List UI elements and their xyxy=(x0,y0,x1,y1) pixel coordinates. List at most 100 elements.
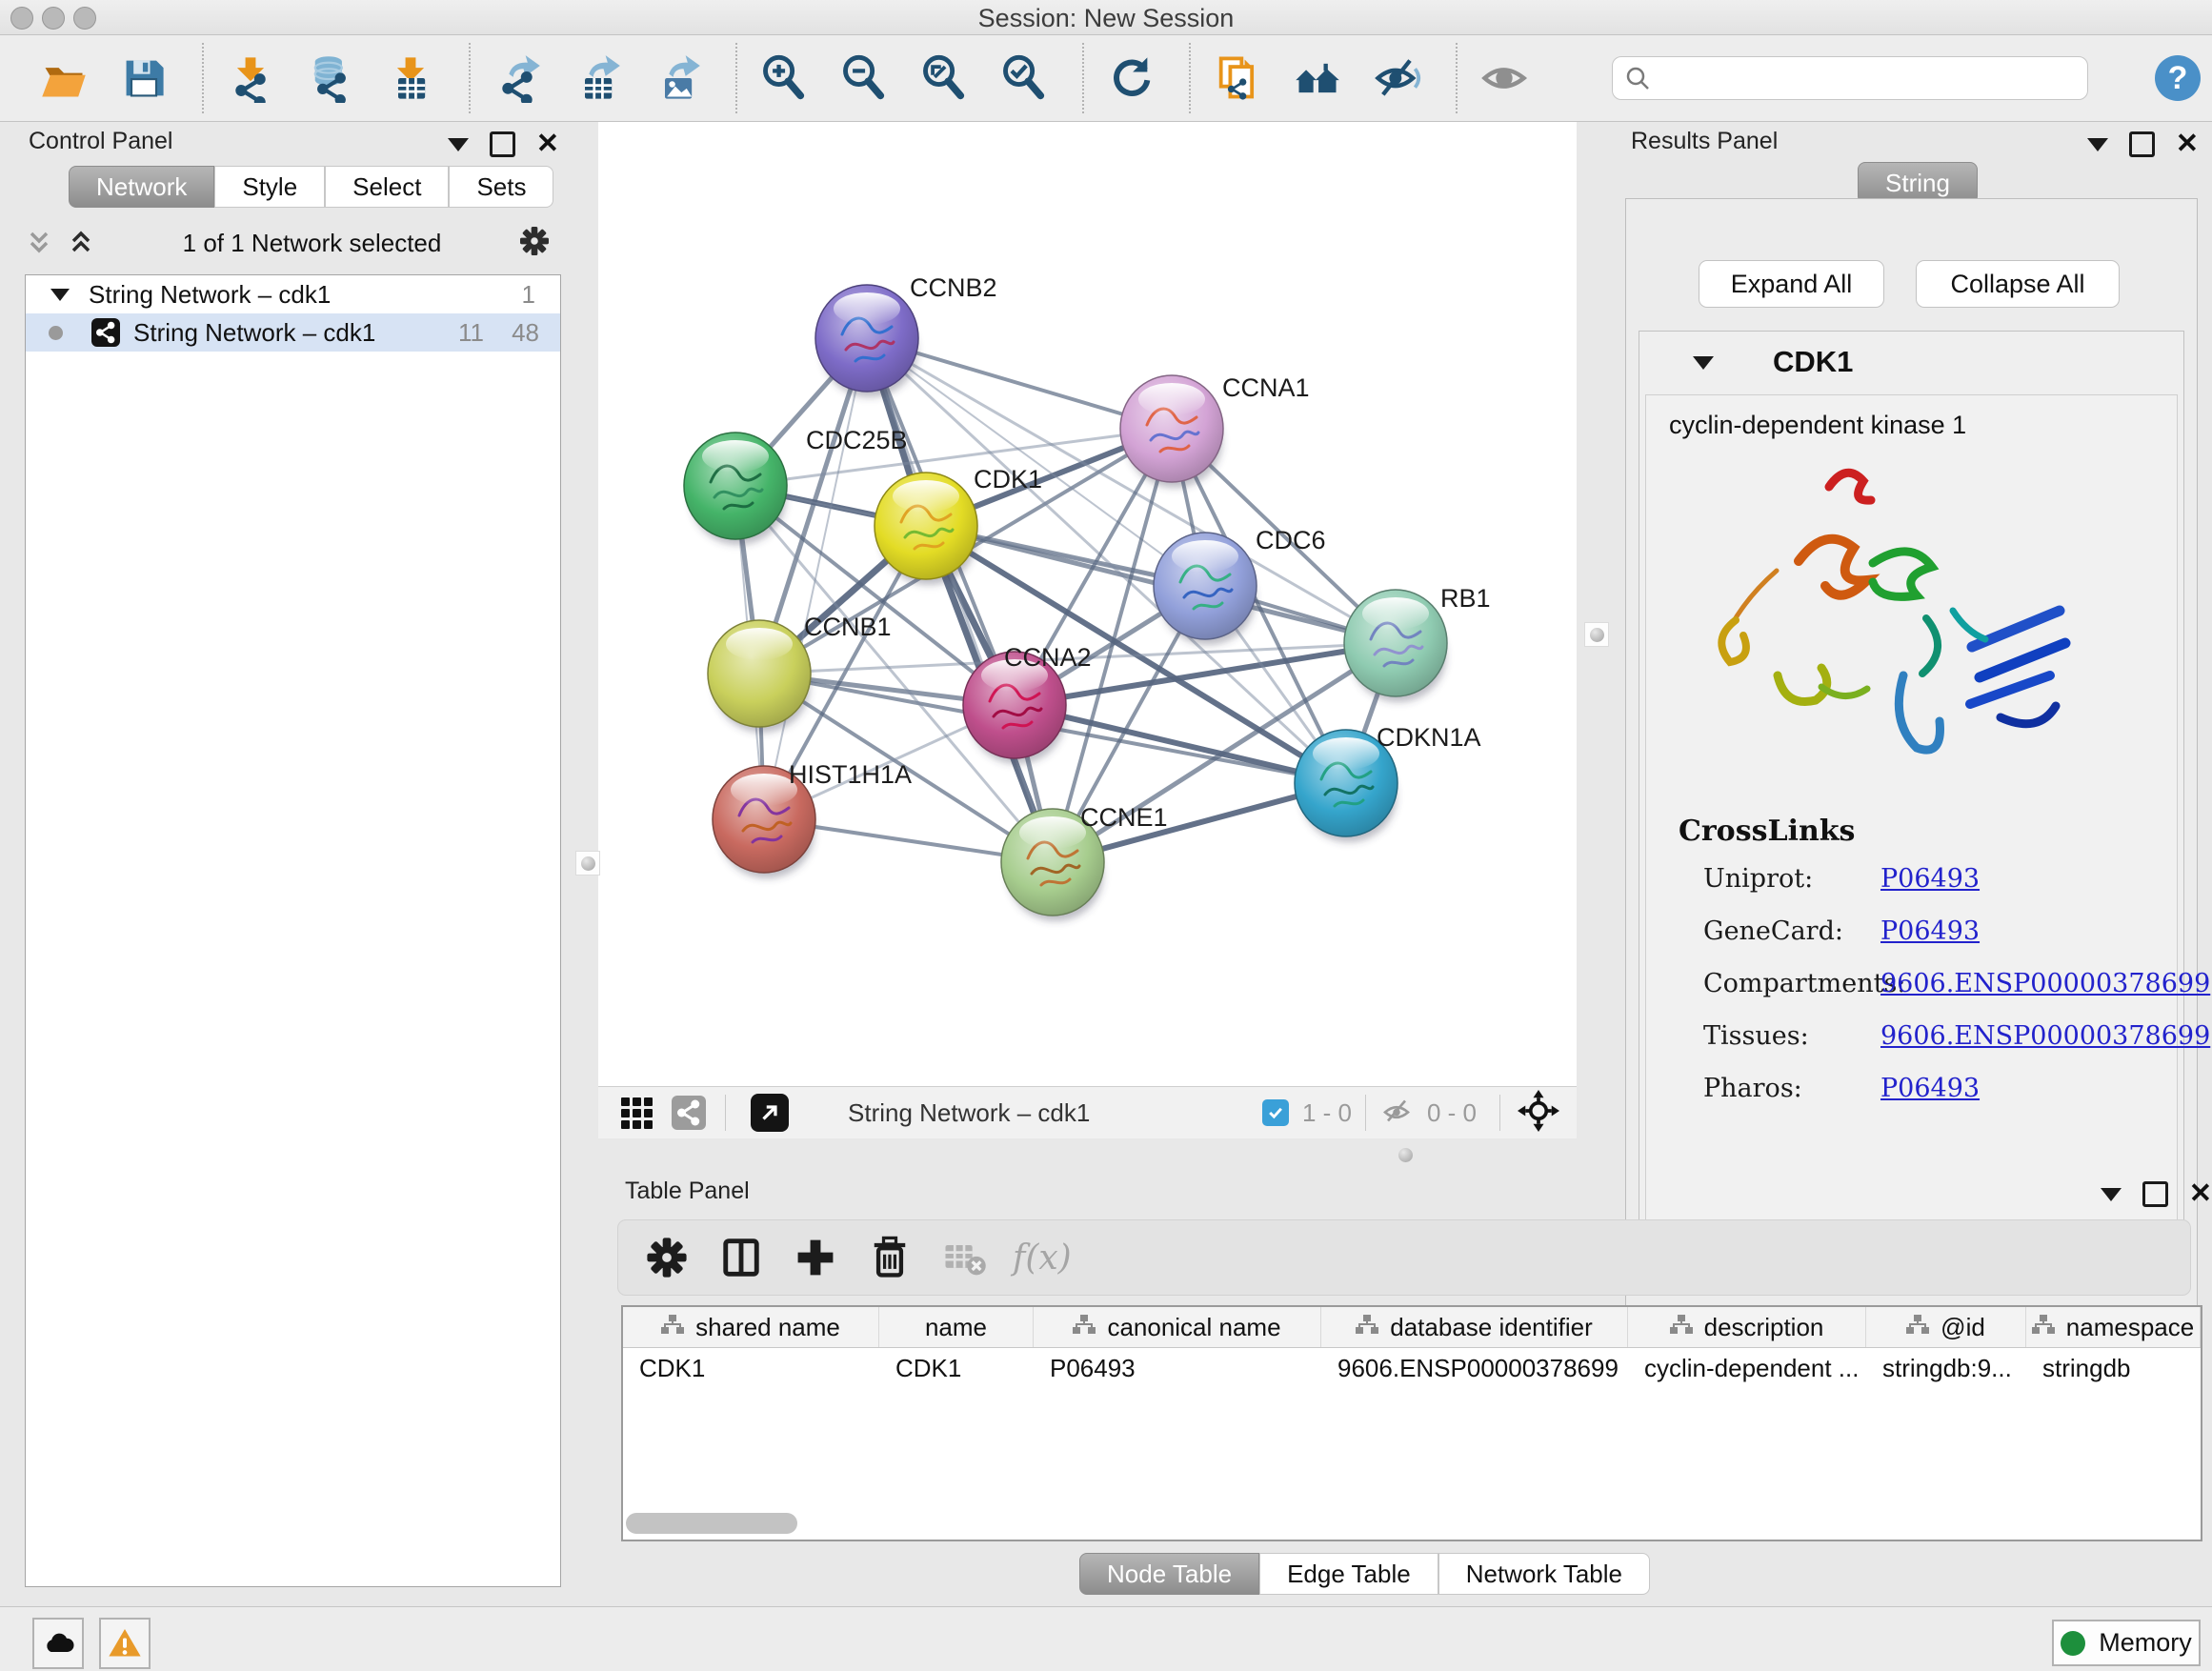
collection-expand-icon[interactable] xyxy=(50,289,70,301)
table-cell[interactable]: 9606.ENSP00000378699 xyxy=(1321,1348,1628,1388)
crosslink-link[interactable]: P06493 xyxy=(1880,1074,1980,1103)
add-column-icon[interactable] xyxy=(790,1231,841,1284)
crosslink-label: Compartments: xyxy=(1703,969,1905,998)
import-table-icon[interactable] xyxy=(385,51,436,105)
hide-selected-icon[interactable] xyxy=(1372,51,1423,105)
expand-all-button[interactable]: Expand All xyxy=(1699,260,1884,308)
delete-column-trash-icon[interactable] xyxy=(864,1231,915,1284)
thumbnail-grid-icon[interactable] xyxy=(621,1097,653,1129)
tab-network[interactable]: Network xyxy=(69,166,214,208)
column-header--id[interactable]: @id xyxy=(1866,1307,2026,1347)
tab-sets[interactable]: Sets xyxy=(449,166,553,208)
gene-section-header[interactable]: CDK1 xyxy=(1639,332,2183,394)
table-options-gear-icon[interactable] xyxy=(641,1231,693,1284)
collapse-all-networks-icon[interactable] xyxy=(25,228,53,258)
column-label: name xyxy=(925,1313,987,1342)
node-label-CCNB2: CCNB2 xyxy=(910,273,997,302)
network-node-CCNA1[interactable] xyxy=(1120,375,1223,488)
main-toolbar: ? xyxy=(0,35,2212,122)
birdseye-view-icon[interactable] xyxy=(751,1094,789,1132)
panel-menu-icon[interactable] xyxy=(448,138,469,151)
import-database-icon[interactable] xyxy=(305,51,356,105)
zoom-fit-icon[interactable] xyxy=(918,51,970,105)
function-builder-icon: f(x) xyxy=(1013,1231,1072,1284)
crosslinks-title: CrossLinks xyxy=(1679,815,1855,848)
panel-menu-icon[interactable] xyxy=(2087,138,2108,151)
right-divider-handle[interactable] xyxy=(1584,622,1609,647)
network-node-CDK1[interactable] xyxy=(875,473,977,585)
gene-section: CDK1 cyclin-dependent kinase 1 xyxy=(1639,331,2184,1264)
table-row[interactable]: CDK1CDK1P064939606.ENSP00000378699cyclin… xyxy=(623,1348,2201,1388)
table-cell[interactable]: stringdb:9... xyxy=(1866,1348,2026,1388)
crosslink-link[interactable]: P06493 xyxy=(1880,864,1980,894)
panel-menu-icon[interactable] xyxy=(2101,1188,2122,1201)
float-panel-icon[interactable] xyxy=(2129,131,2155,157)
column-header-shared-name[interactable]: shared name xyxy=(623,1307,879,1347)
save-session-icon[interactable] xyxy=(118,51,170,105)
show-columns-icon[interactable] xyxy=(715,1231,767,1284)
collapse-all-button[interactable]: Collapse All xyxy=(1916,260,2120,308)
help-button[interactable]: ? xyxy=(2155,55,2201,101)
tab-network-table[interactable]: Network Table xyxy=(1438,1553,1650,1595)
float-panel-icon[interactable] xyxy=(2142,1181,2168,1207)
float-panel-icon[interactable] xyxy=(490,131,515,157)
tab-edge-table[interactable]: Edge Table xyxy=(1259,1553,1438,1595)
open-session-icon[interactable] xyxy=(38,51,90,105)
table-cell[interactable]: CDK1 xyxy=(879,1348,1034,1388)
warning-status-button[interactable] xyxy=(99,1618,151,1669)
column-header-database-identifier[interactable]: database identifier xyxy=(1321,1307,1628,1347)
duplicate-network-icon[interactable] xyxy=(1212,51,1263,105)
close-panel-icon[interactable]: ✕ xyxy=(2189,1184,2212,1204)
search-input[interactable] xyxy=(1659,64,2087,92)
table-toolbar: f(x) xyxy=(617,1219,2191,1296)
selected-nodes-checkbox[interactable] xyxy=(1262,1099,1289,1126)
crosslink-link[interactable]: 9606.ENSP00000378699 xyxy=(1880,969,2210,998)
fit-selection-crosshair-icon[interactable] xyxy=(1518,1090,1559,1137)
network-collection-row[interactable]: String Network – cdk1 1 xyxy=(26,275,560,313)
table-cell[interactable]: P06493 xyxy=(1034,1348,1321,1388)
export-image-icon[interactable] xyxy=(652,51,703,105)
export-network-icon[interactable] xyxy=(492,51,543,105)
string-view-icon[interactable] xyxy=(672,1096,706,1130)
collapse-gene-icon[interactable] xyxy=(1693,356,1714,370)
crosslink-link[interactable]: P06493 xyxy=(1880,916,1980,946)
expand-all-networks-icon[interactable] xyxy=(67,228,95,258)
home-icon[interactable] xyxy=(1292,51,1343,105)
column-header-name[interactable]: name xyxy=(879,1307,1034,1347)
import-network-icon[interactable] xyxy=(225,51,276,105)
network-node-RB1[interactable] xyxy=(1344,590,1447,702)
tab-style[interactable]: Style xyxy=(214,166,325,208)
column-header-description[interactable]: description xyxy=(1628,1307,1866,1347)
crosslink-label: GeneCard: xyxy=(1703,916,1843,946)
gene-details: cyclin-dependent kinase 1 xyxy=(1645,394,2178,1233)
refresh-icon[interactable] xyxy=(1105,51,1156,105)
zoom-selected-icon[interactable] xyxy=(998,51,1050,105)
network-node-CDC6[interactable] xyxy=(1154,533,1257,645)
search-box[interactable] xyxy=(1612,56,2088,100)
table-cell[interactable]: cyclin-dependent ... xyxy=(1628,1348,1866,1388)
tab-select[interactable]: Select xyxy=(325,166,449,208)
network-node-CDC25B[interactable] xyxy=(684,433,787,545)
close-panel-icon[interactable]: ✕ xyxy=(536,134,559,154)
bottom-divider-handle[interactable] xyxy=(1394,1143,1417,1166)
column-header-canonical-name[interactable]: canonical name xyxy=(1034,1307,1321,1347)
table-horizontal-scrollbar[interactable] xyxy=(626,1513,797,1534)
left-divider-handle[interactable] xyxy=(575,851,600,876)
memory-button[interactable]: Memory xyxy=(2052,1620,2201,1666)
network-graph[interactable]: CCNB2CCNA1CDC25BCDK1CDC6RB1CCNB1CCNA2CDK… xyxy=(598,122,1577,1086)
network-row[interactable]: String Network – cdk1 11 48 xyxy=(26,313,560,352)
network-view-canvas[interactable]: CCNB2CCNA1CDC25BCDK1CDC6RB1CCNB1CCNA2CDK… xyxy=(598,122,1577,1086)
network-options-gear-icon[interactable] xyxy=(515,222,553,265)
export-table-icon[interactable] xyxy=(572,51,623,105)
zoom-in-icon[interactable] xyxy=(758,51,810,105)
table-cell[interactable]: stringdb xyxy=(2026,1348,2201,1388)
column-header-namespace[interactable]: namespace xyxy=(2026,1307,2201,1347)
network-node-CCNB1[interactable] xyxy=(708,620,811,733)
column-tree-icon xyxy=(1356,1313,1378,1342)
close-panel-icon[interactable]: ✕ xyxy=(2176,134,2199,154)
crosslink-link[interactable]: 9606.ENSP00000378699 xyxy=(1880,1021,2210,1051)
cloud-status-button[interactable] xyxy=(32,1618,84,1669)
table-cell[interactable]: CDK1 xyxy=(623,1348,879,1388)
zoom-out-icon[interactable] xyxy=(838,51,890,105)
tab-node-table[interactable]: Node Table xyxy=(1079,1553,1259,1595)
